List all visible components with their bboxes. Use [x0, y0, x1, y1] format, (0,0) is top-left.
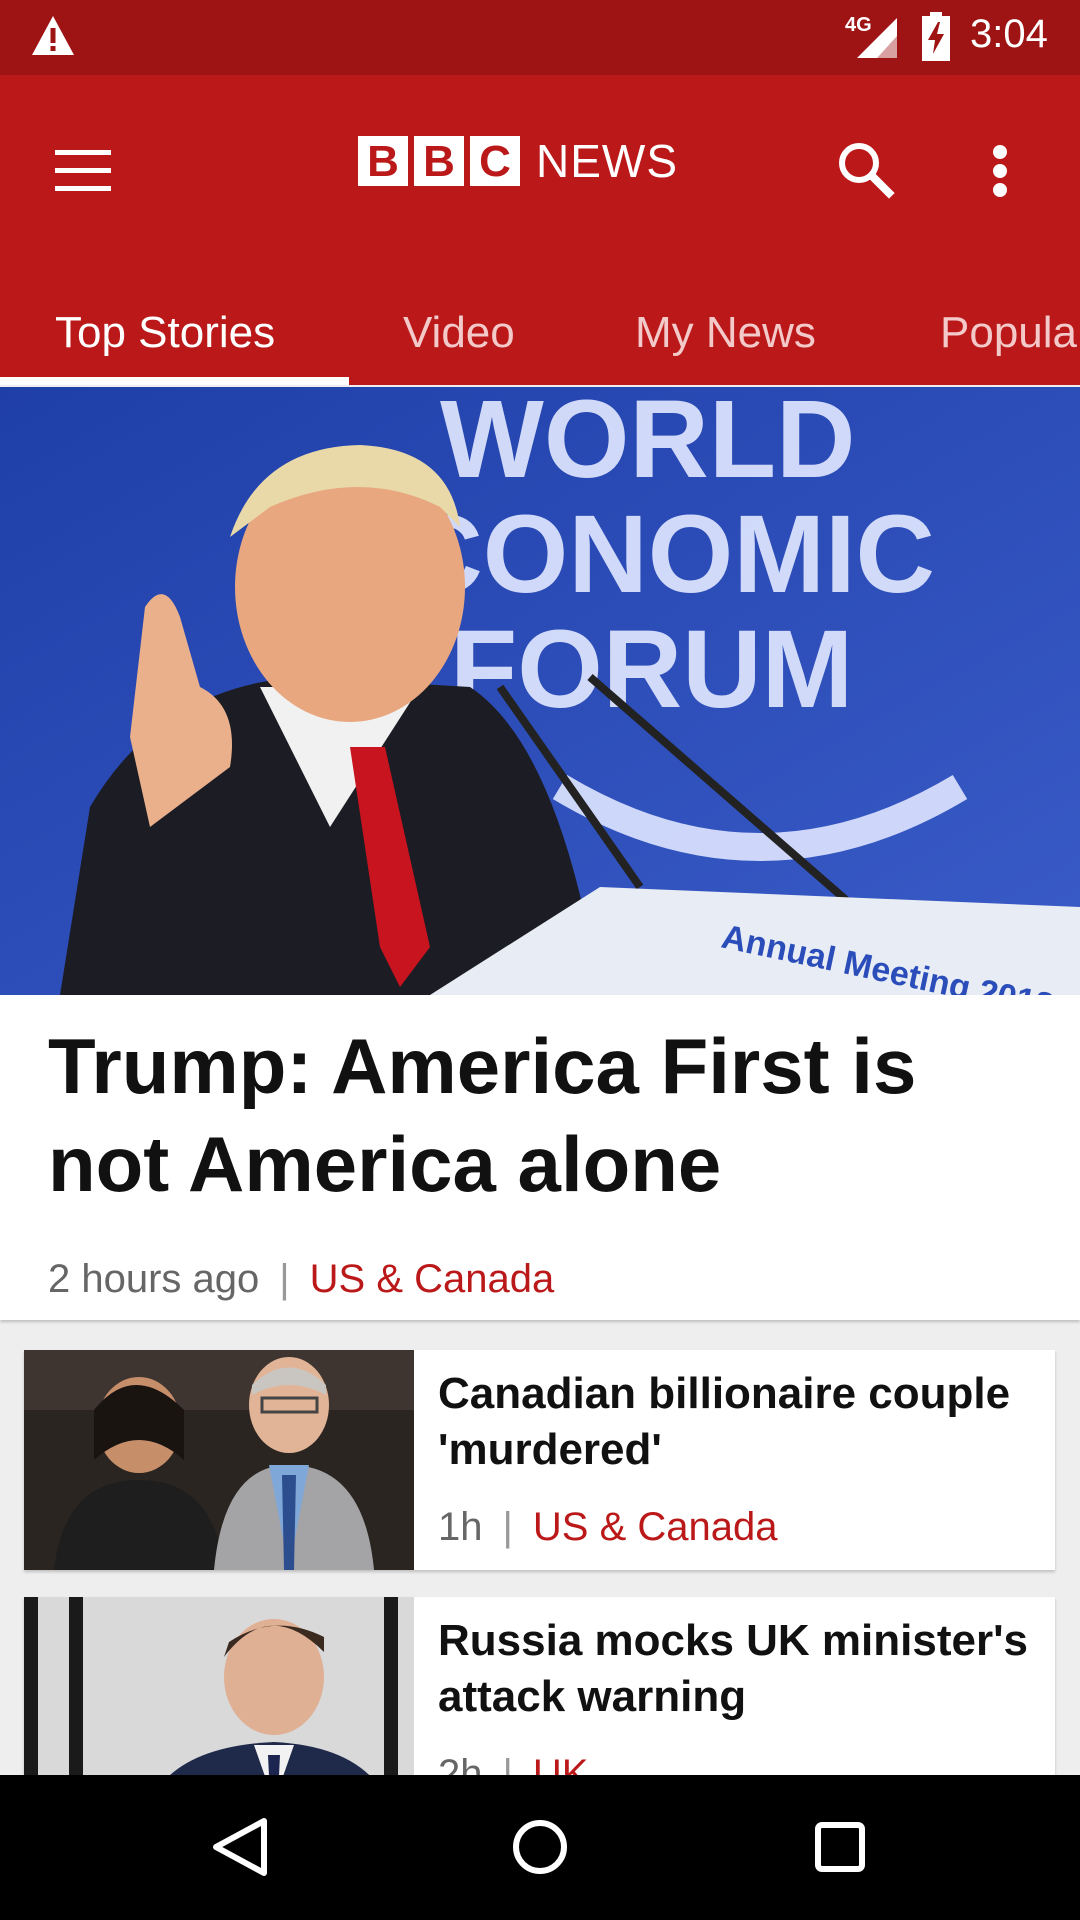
warning-icon: [32, 16, 74, 55]
search-icon: [839, 143, 895, 199]
story-card[interactable]: Canadian billionaire couple 'murdered' 1…: [24, 1350, 1055, 1570]
tab-my-news[interactable]: My News: [635, 275, 816, 385]
top-story-meta: 2 hours ago | US & Canada: [48, 1257, 554, 1302]
backdrop-text: WORLD: [440, 387, 855, 501]
back-button[interactable]: [200, 1807, 280, 1887]
story-category-link[interactable]: US & Canada: [310, 1257, 555, 1301]
meta-separator: |: [279, 1257, 290, 1301]
story-time: 1h: [438, 1505, 483, 1549]
home-icon: [513, 1820, 567, 1874]
menu-button[interactable]: [40, 125, 130, 215]
status-bar: 4G 3:04: [0, 0, 1080, 75]
story-category-link[interactable]: US & Canada: [533, 1505, 778, 1549]
backdrop-text: FORUM: [450, 608, 853, 731]
top-story-headline[interactable]: Trump: America First is not America alon…: [48, 1017, 1038, 1213]
system-navigation-bar: [0, 1775, 1080, 1920]
home-button[interactable]: [500, 1807, 580, 1887]
network-type: 4G: [845, 14, 872, 36]
recents-button[interactable]: [800, 1807, 880, 1887]
story-photo: [24, 1350, 414, 1570]
recents-icon: [815, 1822, 865, 1872]
app-bar: B B C NEWS Top Stories Video My News Pop…: [0, 75, 1080, 385]
active-tab-indicator: [0, 377, 349, 385]
tab-popular[interactable]: Popula: [940, 275, 1077, 385]
story-headline[interactable]: Canadian billionaire couple 'murdered': [438, 1366, 1038, 1478]
hero-photo: WORLD ECONOMIC FORUM Annual Meeting 2018: [0, 387, 1080, 995]
top-story-card[interactable]: Trump: America First is not America alon…: [0, 995, 1080, 1320]
story-time: 2 hours ago: [48, 1257, 260, 1301]
tab-strip: Top Stories Video My News Popula: [0, 275, 1080, 385]
logo-letter: B: [358, 136, 408, 186]
search-button[interactable]: [820, 125, 910, 215]
story-thumbnail: [24, 1350, 414, 1570]
story-meta: 1h | US & Canada: [438, 1505, 777, 1550]
story-headline[interactable]: Russia mocks UK minister's attack warnin…: [438, 1613, 1038, 1725]
back-icon: [213, 1818, 267, 1876]
tab-video[interactable]: Video: [403, 275, 515, 385]
hero-image[interactable]: WORLD ECONOMIC FORUM Annual Meeting 2018: [0, 387, 1080, 995]
tab-top-stories[interactable]: Top Stories: [55, 275, 275, 385]
logo-letter: B: [414, 136, 464, 186]
logo-word: NEWS: [536, 135, 678, 187]
overflow-menu-button[interactable]: [960, 125, 1040, 215]
clock: 3:04: [970, 12, 1048, 56]
battery-charging-icon: [922, 12, 950, 61]
bbc-news-logo: B B C NEWS: [358, 133, 678, 189]
meta-separator: |: [502, 1505, 513, 1549]
logo-letter: C: [470, 136, 520, 186]
